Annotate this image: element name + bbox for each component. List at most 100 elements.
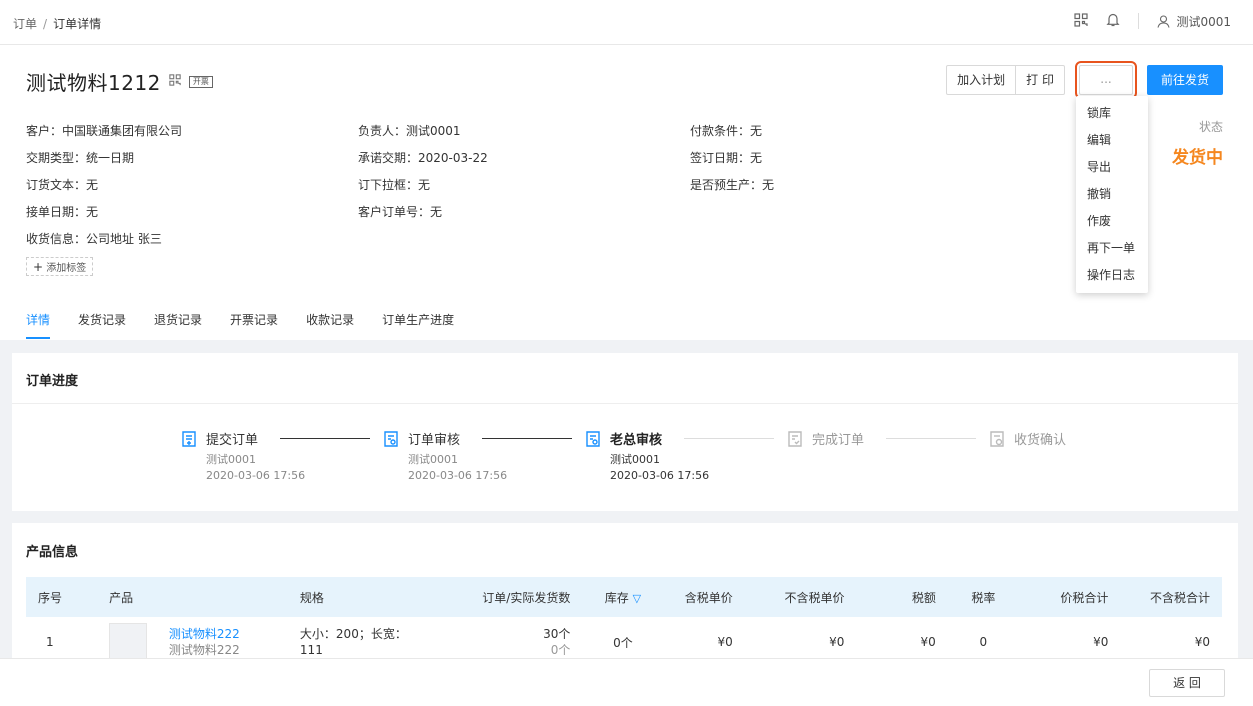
qrcode-icon[interactable] xyxy=(169,74,181,89)
col-no: 序号 xyxy=(26,577,98,617)
payment-terms-field: 付款条件：无 xyxy=(690,124,763,138)
plus-icon: + xyxy=(33,260,44,274)
dropdown-field: 订下拉框：无 xyxy=(358,178,431,192)
info-column-2: 负责人：测试0001 承诺交期：2020-03-22 订下拉框：无 客户订单号：… xyxy=(358,118,488,226)
step-user: 测试0001 xyxy=(206,453,256,466)
document-icon xyxy=(182,430,196,447)
owner-field: 负责人：测试0001 xyxy=(358,124,461,138)
document-search-icon xyxy=(384,430,398,447)
breadcrumb: 订单 / 订单详情 xyxy=(13,15,101,32)
invoice-tag: 开票 xyxy=(188,75,213,88)
footer-bar: 返 回 xyxy=(0,658,1253,706)
document-search-icon xyxy=(586,430,600,447)
menu-item-reorder[interactable]: 再下一单 xyxy=(1076,235,1148,262)
breadcrumb-current: 订单详情 xyxy=(53,17,102,31)
col-stock-label: 库存 xyxy=(604,590,629,605)
tab-detail[interactable]: 详情 xyxy=(26,311,51,339)
user-menu[interactable]: 测试0001 xyxy=(1157,13,1231,30)
add-tag-button[interactable]: + 添加标签 xyxy=(26,257,94,276)
step-time: 2020-03-06 17:56 xyxy=(206,469,306,482)
app-frame: 订单 / 订单详情 测试0001 测试物料1212 开票 加入计划 打 印 ..… xyxy=(0,0,1253,706)
step-time: 2020-03-06 17:56 xyxy=(610,469,710,482)
print-button[interactable]: 打 印 xyxy=(1015,66,1064,94)
step-connector xyxy=(280,438,370,439)
breadcrumb-parent[interactable]: 订单 xyxy=(13,17,37,31)
step-label: 老总审核 xyxy=(610,433,663,448)
step-label: 收货确认 xyxy=(1014,433,1067,448)
product-image xyxy=(109,623,148,661)
menu-item-lock[interactable]: 锁库 xyxy=(1076,100,1148,127)
step-connector xyxy=(684,438,774,439)
info-column-3: 付款条件：无 签订日期：无 是否预生产：无 xyxy=(690,118,774,199)
product-subname: 测试物料222 xyxy=(168,643,240,657)
col-total-tax: 价税合计 xyxy=(1018,577,1121,617)
bell-icon[interactable] xyxy=(1106,12,1121,30)
progress-title: 订单进度 xyxy=(26,374,79,389)
step-complete: 完成订单 xyxy=(786,429,988,484)
step-user: 测试0001 xyxy=(408,453,458,466)
step-label: 提交订单 xyxy=(206,433,259,448)
product-link[interactable]: 测试物料222 xyxy=(169,627,240,641)
menu-item-void[interactable]: 作废 xyxy=(1076,208,1148,235)
user-name: 测试0001 xyxy=(1176,14,1231,29)
more-button[interactable]: ... xyxy=(1074,61,1137,99)
col-product: 产品 xyxy=(97,577,288,617)
products-table: 序号 产品 规格 订单/实际发货数 库存 ▽ 含税单价 不含税单价 税额 税率 … xyxy=(26,577,1222,667)
sign-date-field: 签订日期：无 xyxy=(690,151,763,165)
qrcode-icon[interactable] xyxy=(1074,12,1089,30)
user-icon xyxy=(1157,14,1170,28)
document-check-icon xyxy=(788,430,802,447)
step-connector xyxy=(886,438,976,439)
menu-item-edit[interactable]: 编辑 xyxy=(1076,127,1148,154)
add-plan-button[interactable]: 加入计划 xyxy=(947,66,1015,94)
preproduction-field: 是否预生产：无 xyxy=(690,178,775,192)
tab-invoices[interactable]: 开票记录 xyxy=(230,311,278,339)
step-connector xyxy=(482,438,572,439)
customer-order-no-field: 客户订单号：无 xyxy=(358,205,443,219)
document-clock-icon xyxy=(990,430,1004,447)
ship-button[interactable]: 前往发货 xyxy=(1146,65,1223,95)
order-text-field: 订货文本：无 xyxy=(26,178,99,192)
col-qty: 订单/实际发货数 xyxy=(419,577,583,617)
add-tag-label: 添加标签 xyxy=(46,263,87,274)
step-review: 订单审核 测试0001 2020-03-06 17:56 xyxy=(382,429,584,484)
menu-item-export[interactable]: 导出 xyxy=(1076,154,1148,181)
col-spec: 规格 xyxy=(287,577,420,617)
menu-item-log[interactable]: 操作日志 xyxy=(1076,262,1148,289)
step-receipt: 收货确认 xyxy=(988,429,1190,484)
delivery-type-field: 交期类型：统一日期 xyxy=(26,151,135,165)
tab-production[interactable]: 订单生产进度 xyxy=(382,311,454,339)
col-price-notax: 不含税单价 xyxy=(744,577,857,617)
header-actions: 测试0001 xyxy=(1074,12,1231,30)
status-label: 状态 xyxy=(1198,120,1223,134)
back-button[interactable]: 返 回 xyxy=(1149,669,1225,697)
step-label: 完成订单 xyxy=(812,433,865,448)
info-column-1: 客户：中国联通集团有限公司 交期类型：统一日期 订货文本：无 接单日期：无 收货… xyxy=(26,118,182,253)
col-price-tax: 含税单价 xyxy=(663,577,745,617)
step-time: 2020-03-06 17:56 xyxy=(408,469,508,482)
step-user: 测试0001 xyxy=(610,453,660,466)
filter-icon[interactable]: ▽ xyxy=(633,592,641,605)
menu-item-revoke[interactable]: 撤销 xyxy=(1076,181,1148,208)
cell-qty-order: 30个 xyxy=(543,627,571,641)
header-divider xyxy=(1138,13,1140,29)
shipping-info-field: 收货信息：公司地址 张三 xyxy=(26,232,162,246)
order-header: 测试物料1212 开票 加入计划 打 印 ... 前往发货 客户：中国联通集团有… xyxy=(0,45,1253,340)
step-boss-review: 老总审核 测试0001 2020-03-06 17:56 xyxy=(584,429,786,484)
promised-date-field: 承诺交期：2020-03-22 xyxy=(358,151,488,165)
products-title: 产品信息 xyxy=(26,545,79,560)
col-stock[interactable]: 库存 ▽ xyxy=(582,577,664,617)
status-badge: 发货中 xyxy=(1172,148,1223,168)
breadcrumb-separator: / xyxy=(43,17,48,31)
cell-qty-shipped: 0个 xyxy=(550,643,571,657)
col-rate: 税率 xyxy=(947,577,1019,617)
receive-date-field: 接单日期：无 xyxy=(26,205,99,219)
top-bar: 订单 / 订单详情 测试0001 xyxy=(0,0,1253,45)
tab-returns[interactable]: 退货记录 xyxy=(154,311,202,339)
tab-bar: 详情 发货记录 退货记录 开票记录 收款记录 订单生产进度 xyxy=(26,311,454,339)
step-submit: 提交订单 测试0001 2020-03-06 17:56 xyxy=(180,429,382,484)
tab-shipping[interactable]: 发货记录 xyxy=(78,311,126,339)
action-buttons: 加入计划 打 印 ... 前往发货 xyxy=(946,61,1223,99)
step-label: 订单审核 xyxy=(408,433,461,448)
tab-payments[interactable]: 收款记录 xyxy=(306,311,354,339)
